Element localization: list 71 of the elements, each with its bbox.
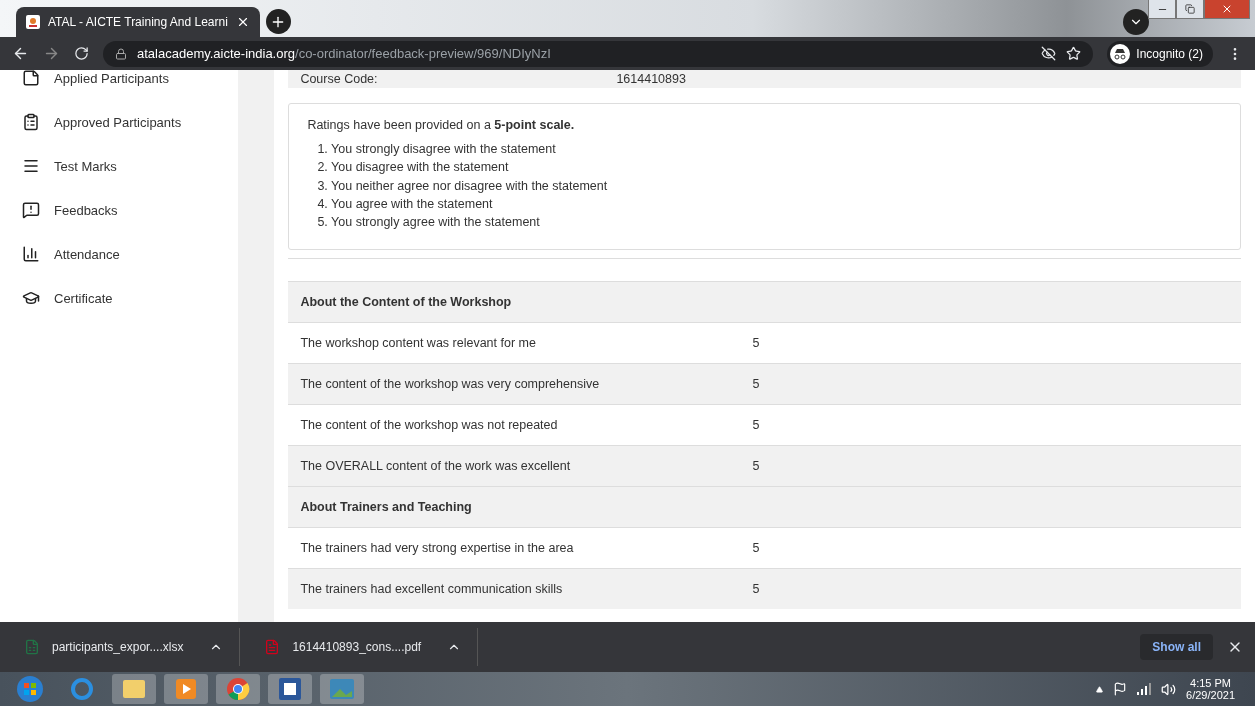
clipboard-icon [22, 113, 40, 131]
sidebar-item[interactable]: Certificate [0, 276, 239, 320]
browser-tab[interactable]: ATAL - AICTE Training And Learni [16, 7, 260, 37]
pdf-file-icon [264, 639, 281, 655]
question-text: The workshop content was relevant for me [300, 336, 537, 351]
question-text: The content of the workshop was not repeated [300, 418, 559, 433]
feedback-icon [22, 201, 40, 219]
minimize-button[interactable] [1148, 0, 1176, 19]
restore-button[interactable] [1176, 0, 1204, 19]
new-tab-button[interactable] [265, 9, 291, 34]
star-icon[interactable] [1066, 46, 1082, 61]
taskbar-app[interactable] [268, 674, 312, 704]
taskbar-app[interactable] [164, 674, 208, 704]
rating-score: 5 [752, 377, 760, 392]
lock-icon [115, 47, 127, 60]
spreadsheet-file-icon [24, 639, 40, 655]
url-path: /co-ordinator/feedback-preview/969/NDIyNzI [295, 46, 552, 61]
picture-icon [330, 679, 354, 699]
url-host: atalacademy.aicte-india.org [137, 46, 295, 61]
sidebar-item[interactable]: Attendance [0, 232, 239, 276]
rating-score: 5 [752, 336, 760, 351]
course-code-label: Course Code: [300, 72, 379, 86]
browser-icon [226, 677, 250, 701]
tab-search-button[interactable] [1123, 9, 1149, 35]
incognito-icon [1110, 43, 1131, 64]
taskbar-clock[interactable]: 4:15 PM 6/29/2021 [1186, 677, 1235, 701]
close-icon [1221, 3, 1233, 15]
signal-icon[interactable] [1137, 683, 1152, 695]
scale-item: 2. You disagree with the statement [317, 159, 510, 177]
scale-item: 5. You strongly agree with the statement [317, 214, 541, 232]
scale-item: 3. You neither agree nor disagree with the statement [317, 177, 609, 195]
media-player-icon [176, 679, 196, 699]
bar-chart-icon [22, 245, 40, 263]
forward-icon[interactable] [43, 45, 60, 62]
back-icon[interactable] [12, 45, 29, 62]
sidebar-item[interactable]: Applied Participants [0, 70, 239, 100]
rating-score: 5 [752, 418, 760, 433]
scale-item: 4. You agree with the statement [317, 195, 494, 213]
question-text: The content of the workshop was very comprehensive [300, 377, 601, 392]
download-item[interactable]: participants_expor....xlsx [0, 628, 241, 666]
rating-score: 5 [752, 459, 760, 474]
sidebar-item[interactable]: Approved Participants [0, 100, 239, 144]
tray-expand-icon[interactable] [1096, 685, 1104, 693]
rating-score: 5 [752, 541, 760, 556]
taskbar-app[interactable] [216, 674, 260, 704]
note-icon [22, 70, 40, 87]
question-text: The trainers had excellent communication skills [300, 582, 564, 597]
lines-icon [22, 157, 40, 175]
scale-intro: Ratings have been provided on a 5-point scale. [307, 118, 576, 132]
site-favicon [26, 15, 40, 29]
download-item[interactable]: 1614410893_cons....pdf [240, 628, 479, 666]
flag-icon[interactable] [1113, 682, 1128, 696]
volume-icon[interactable] [1161, 681, 1177, 697]
restore-icon [1185, 4, 1195, 14]
tab-title: ATAL - AICTE Training And Learni [48, 15, 228, 29]
rating-score: 5 [752, 582, 760, 597]
profile-button[interactable]: Incognito (2) [1107, 40, 1213, 67]
question-text: The OVERALL content of the work was excellent [300, 459, 572, 474]
sidebar-item[interactable]: Test Marks [0, 144, 239, 188]
show-all-button[interactable]: Show all [1140, 634, 1213, 660]
eye-off-icon[interactable] [1041, 46, 1057, 61]
scale-item: 1. You strongly disagree with the statement [317, 141, 557, 158]
start-orb-icon [16, 675, 44, 703]
reload-icon[interactable] [74, 46, 89, 61]
question-text: The trainers had very strong expertise in the area [300, 541, 575, 556]
section-heading: About Trainers and Teaching [300, 500, 472, 515]
section-heading: About the Content of the Workshop [300, 295, 512, 310]
address-field[interactable]: atalacademy.aicte-india.org/co-ordinator/feedback-preview/969/NDIyNzI [103, 40, 1094, 67]
course-code-value: 1614410893 [616, 72, 686, 86]
sidebar-item[interactable]: Feedbacks [0, 188, 239, 232]
graduation-cap-icon [22, 289, 40, 307]
